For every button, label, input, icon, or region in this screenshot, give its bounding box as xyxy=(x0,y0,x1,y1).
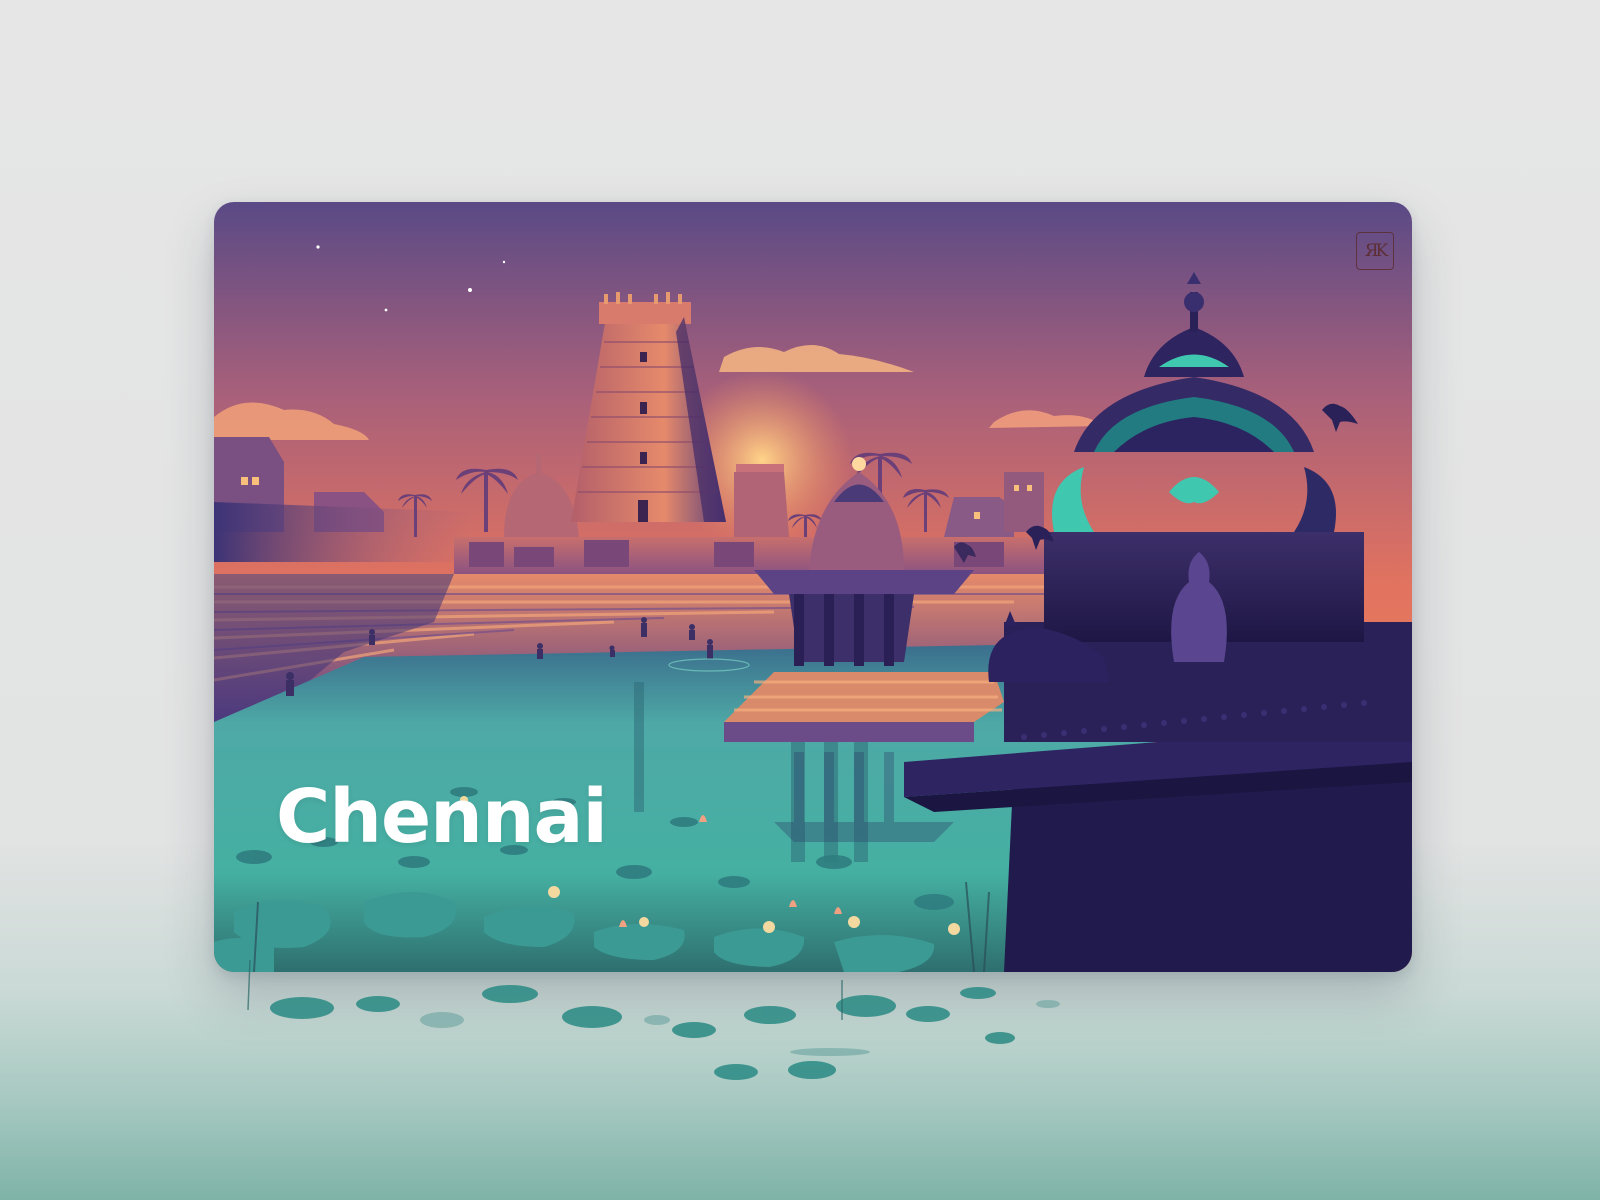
illustration-card: Chennai ЯK xyxy=(214,202,1412,972)
outside-lily-pads xyxy=(247,960,1060,1080)
city-title: Chennai xyxy=(276,774,608,860)
artist-monogram-logo: ЯK xyxy=(1356,232,1394,270)
